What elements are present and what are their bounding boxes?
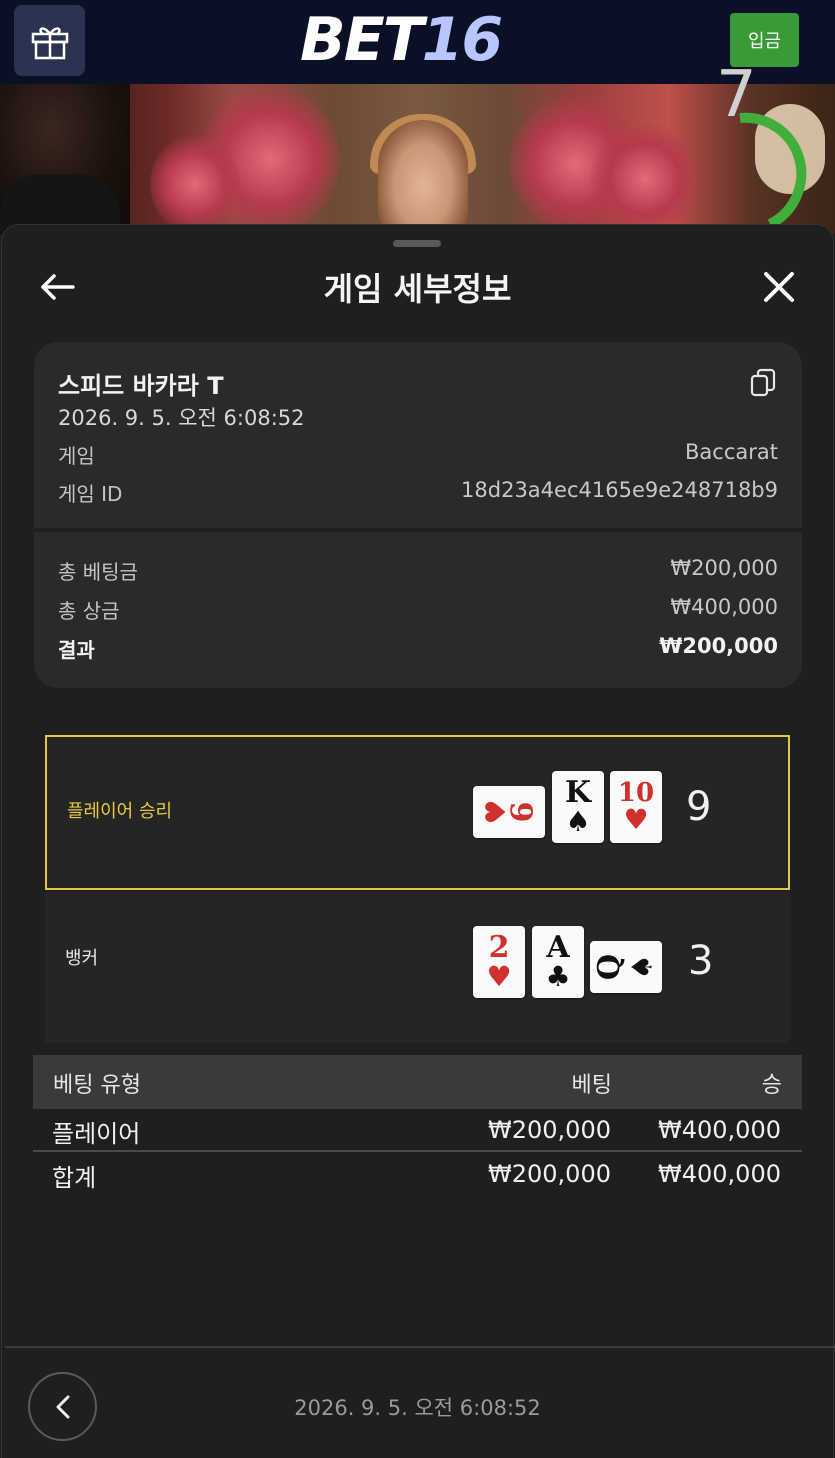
countdown-value: 7: [716, 58, 757, 132]
player-card-3: 10 ♥: [610, 771, 662, 843]
total-win-label: 총 상금: [58, 599, 120, 623]
player-win-label: 플레이어 승리: [67, 801, 173, 822]
gift-icon: [31, 26, 68, 59]
player-result: 플레이어 승리: [45, 735, 790, 890]
total-row-win: ₩400,000: [658, 1160, 781, 1188]
card-rank: 6: [505, 801, 541, 823]
total-bet-label: 총 베팅금: [58, 560, 138, 584]
col-bet: 베팅: [571, 1073, 612, 1098]
game-type-value: Baccarat: [685, 440, 778, 464]
footer-divider: [5, 1346, 835, 1348]
banker-card-1: 2 ♥: [473, 926, 525, 998]
close-icon: [764, 272, 794, 302]
game-type-label: 게임: [58, 444, 95, 468]
card-rank: 2: [488, 930, 510, 965]
spade-icon: ♠: [625, 954, 659, 980]
footer-date: 2026. 9. 5. 오전 6:08:52: [294, 1396, 541, 1420]
close-button[interactable]: [758, 266, 800, 308]
gift-button[interactable]: [14, 5, 85, 76]
copy-icon[interactable]: [750, 368, 776, 398]
player-card-1: ♥ 6: [473, 786, 545, 838]
sheet-drag-handle[interactable]: [393, 240, 441, 247]
brand-logo[interactable]: BET 16: [300, 5, 503, 75]
bets-table-header: 베팅 유형 베팅 승: [33, 1055, 802, 1109]
sheet-title: 게임 세부정보: [323, 270, 512, 308]
game-info-card: 스피드 바카라 T 2026. 9. 5. 오전 6:08:52 게임 Bacc…: [34, 342, 802, 688]
banker-label: 뱅커: [65, 948, 99, 969]
total-win-value: ₩400,000: [670, 595, 778, 619]
card-rank: Q: [592, 953, 628, 981]
player-card-2: K ♠: [552, 771, 604, 843]
game-name: 스피드 바카라 T: [58, 372, 224, 400]
result-label: 결과: [58, 638, 95, 662]
bet-row-win: ₩400,000: [658, 1116, 781, 1144]
total-row-bet: ₩200,000: [488, 1160, 611, 1188]
banker-card-2: A ♣: [532, 926, 584, 998]
heart-icon: ♥: [623, 803, 649, 836]
game-date: 2026. 9. 5. 오전 6:08:52: [58, 406, 305, 430]
logo-text: BET: [300, 5, 424, 75]
club-icon: ♣: [545, 960, 571, 993]
heart-icon: ♥: [486, 960, 512, 993]
banker-card-3: Q ♠: [590, 941, 662, 993]
bet-row-type: 플레이어: [52, 1120, 141, 1148]
spade-icon: ♠: [565, 805, 591, 838]
table-divider: [33, 1150, 802, 1152]
card-rank: A: [546, 930, 570, 965]
card-rank: K: [564, 775, 592, 810]
game-id-value[interactable]: 18d23a4ec4165e9e248718b9: [461, 478, 778, 502]
col-bet-type: 베팅 유형: [53, 1073, 141, 1098]
total-bet-value: ₩200,000: [670, 556, 778, 580]
logo-number: 16: [421, 5, 503, 75]
top-bar: BET 16 입금: [0, 0, 835, 84]
banker-score: 3: [688, 938, 714, 984]
bet-row-amount: ₩200,000: [488, 1116, 611, 1144]
player-score: 9: [686, 784, 712, 830]
total-row-label: 합계: [52, 1164, 97, 1192]
dealer: [378, 120, 468, 234]
card-divider: [34, 528, 802, 532]
game-id-label: 게임 ID: [58, 482, 123, 506]
banker-result: 뱅커: [45, 892, 790, 1043]
col-win: 승: [761, 1073, 782, 1098]
result-value: ₩200,000: [659, 634, 778, 658]
